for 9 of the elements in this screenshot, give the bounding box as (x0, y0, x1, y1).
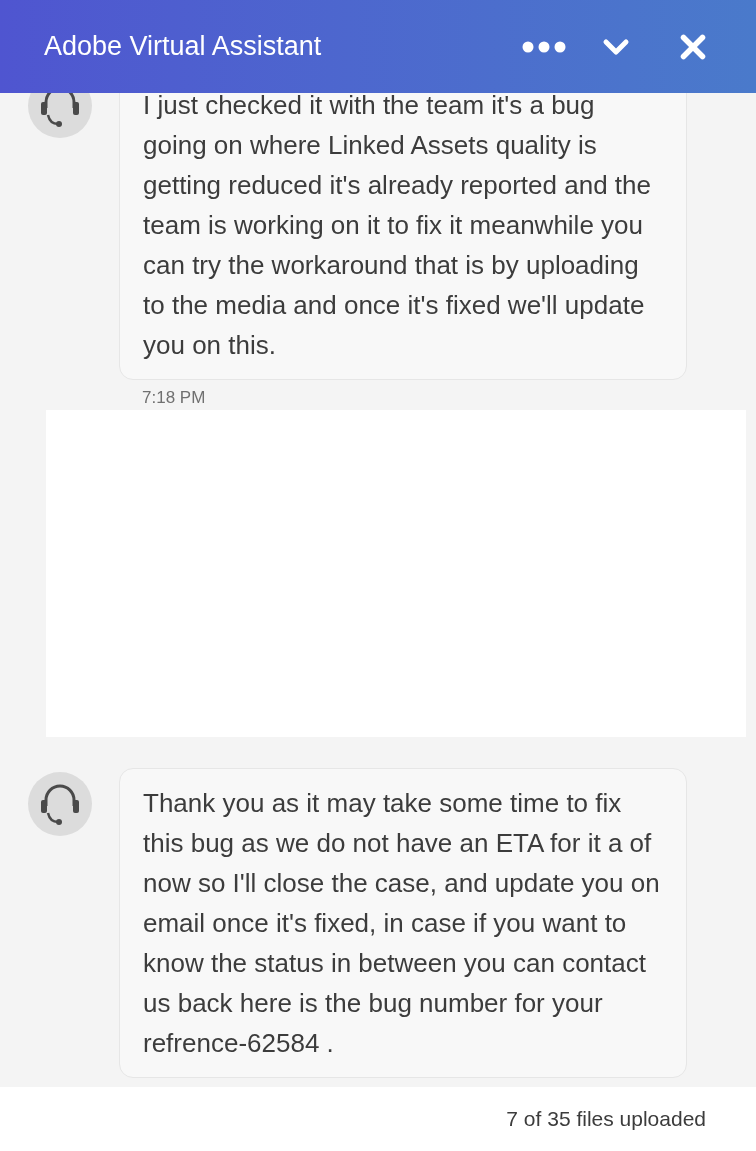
more-icon (522, 40, 566, 53)
agent-avatar-icon (28, 772, 92, 836)
window-title: Adobe Virtual Assistant (44, 30, 323, 64)
agent-avatar-icon (28, 93, 92, 138)
message-time: 7:18 PM (142, 388, 207, 408)
message-text: Thank you as it may take some time to fix this bug as we do not have an ETA for it a of now so I'll close the case, and update you on email once it's fixed, in case if you want to know the status in between you can contact us back here is the bug number for your refrence-62584 . (143, 787, 661, 1060)
upload-status: 7 of 35 files uploaded (506, 1106, 706, 1133)
more-options-button[interactable] (522, 40, 566, 53)
message-text: I just checked it with the team it's a bug going on where Linked Assets quality is getting reduced it's already reported and the team is working on it to fix it meanwhile you can try the workaround that is by uploading to the media and once it's fixed we'll update you on this. (143, 93, 652, 362)
